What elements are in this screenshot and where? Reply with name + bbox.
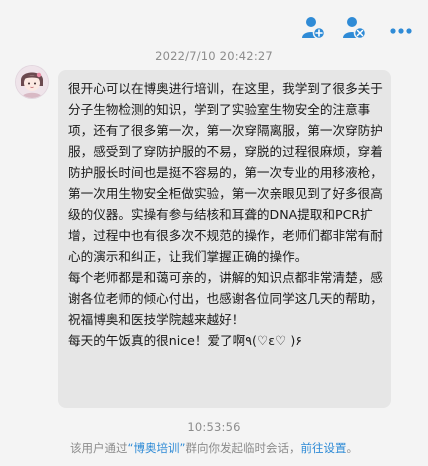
add-member-icon[interactable]: [300, 14, 326, 40]
chat-toolbar: [0, 0, 428, 42]
notice-suffix: 。: [346, 441, 358, 455]
message-paragraph: 每个老师都是和蔼可亲的，讲解的知识点都非常清楚，感谢各位老师的倾心付出，也感谢各…: [68, 270, 383, 327]
message-paragraph: 每天的午饭真的很nice！爱了啊٩(♡ε♡ )۶: [68, 333, 303, 348]
go-to-settings-link[interactable]: 前往设置: [300, 441, 346, 455]
notice-middle: 群向你发起临时会话，: [185, 441, 301, 455]
more-icon[interactable]: [388, 18, 414, 44]
group-name-link[interactable]: “博奥培训”: [128, 441, 186, 455]
message-timestamp: 10:53:56: [187, 420, 241, 434]
message-paragraph: 很开心可以在博奥进行培训，在这里，我学到了很多关于分子生物检测的知识，学到了实验…: [68, 81, 383, 264]
sender-avatar[interactable]: [16, 66, 48, 98]
temporary-session-notice: 该用户通过“博奥培训”群向你发起临时会话，前往设置。: [0, 440, 428, 456]
message-bubble[interactable]: 很开心可以在博奥进行培训，在这里，我学到了很多关于分子生物检测的知识，学到了实验…: [58, 70, 391, 408]
message-timestamp: 2022/7/10 20:42:27: [155, 49, 273, 63]
notice-prefix: 该用户通过: [70, 441, 128, 455]
remove-member-icon[interactable]: [341, 14, 367, 40]
